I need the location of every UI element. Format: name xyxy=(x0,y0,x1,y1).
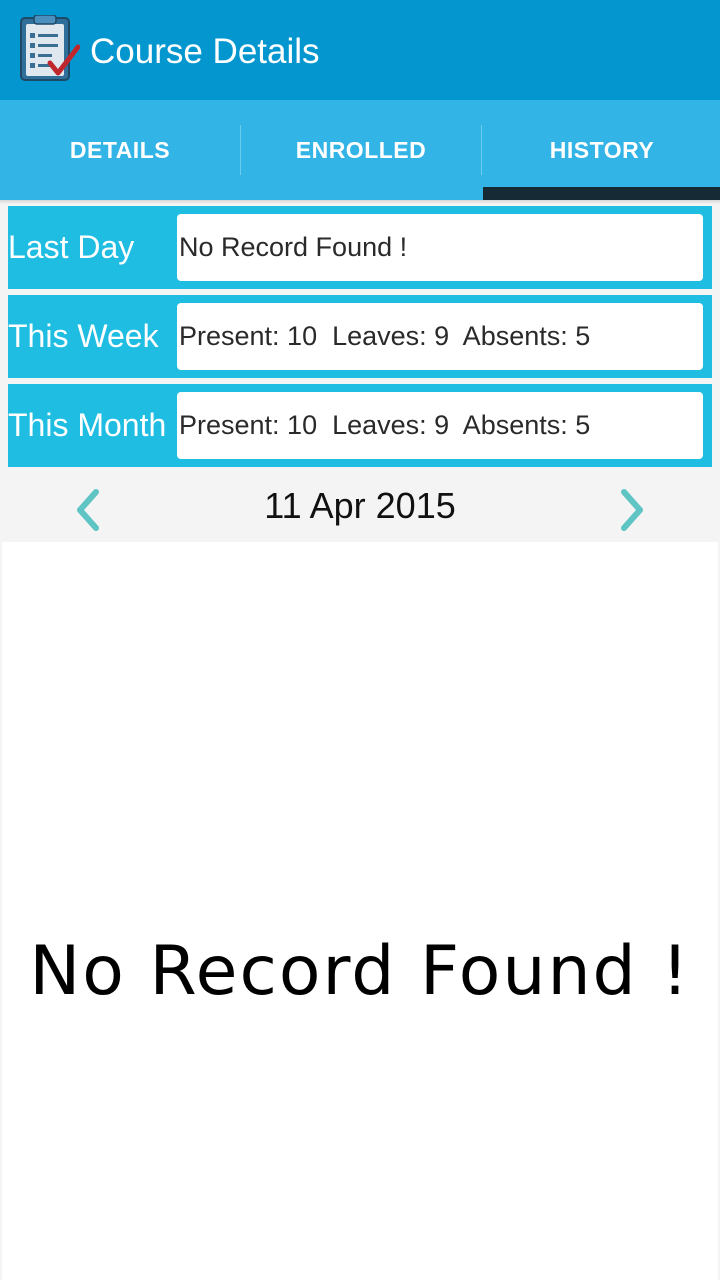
stat-label: This Month xyxy=(8,407,167,443)
selected-tab-indicator xyxy=(483,187,720,200)
stat-row-last-day: Last Day No Record Found ! xyxy=(8,206,712,289)
app-bar: Course Details xyxy=(0,0,720,100)
stat-label: Last Day xyxy=(8,229,135,265)
stat-value: Present: 10 Leaves: 9 Absents: 5 xyxy=(177,392,703,459)
tab-enrolled[interactable]: ENROLLED xyxy=(241,100,481,200)
tab-history[interactable]: HISTORY xyxy=(482,100,720,200)
tab-bar-shadow xyxy=(0,200,720,204)
chevron-left-icon[interactable] xyxy=(68,486,108,534)
stat-row-this-month: This Month Present: 10 Leaves: 9 Absents… xyxy=(8,384,712,467)
tab-details[interactable]: DETAILS xyxy=(0,100,240,200)
empty-state-message: No Record Found ! xyxy=(29,932,691,1011)
stat-value: No Record Found ! xyxy=(177,214,703,281)
app-title: Course Details xyxy=(90,32,320,71)
tab-bar: DETAILS ENROLLED HISTORY xyxy=(0,100,720,200)
stat-label: This Week xyxy=(8,318,159,354)
checklist-clipboard-icon[interactable] xyxy=(18,15,80,83)
stat-row-this-week: This Week Present: 10 Leaves: 9 Absents:… xyxy=(8,295,712,378)
date-navigator: 11 Apr 2015 xyxy=(0,470,720,542)
chevron-right-icon[interactable] xyxy=(612,486,652,534)
stat-value: Present: 10 Leaves: 9 Absents: 5 xyxy=(177,303,703,370)
records-panel: No Record Found ! xyxy=(2,542,718,1280)
